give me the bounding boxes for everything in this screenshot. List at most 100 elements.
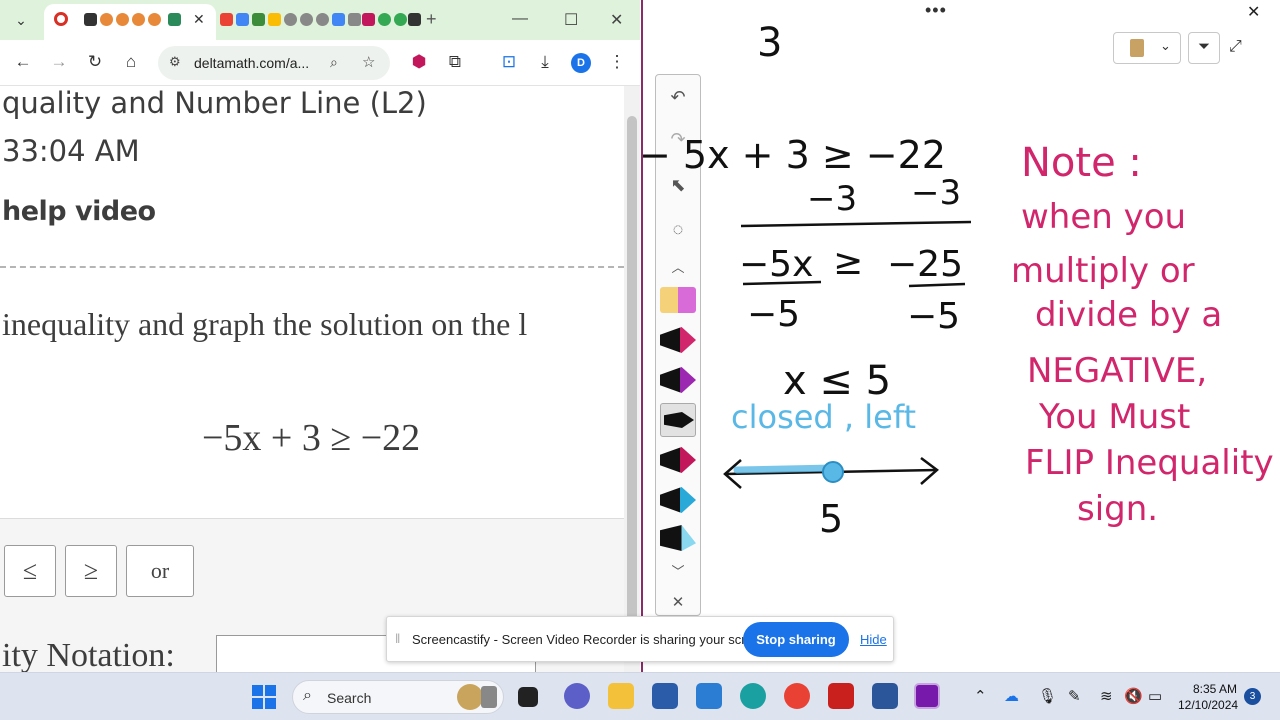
tab-favicon-d[interactable] bbox=[252, 13, 265, 26]
tab-favicon-m[interactable] bbox=[236, 13, 249, 26]
taskbar-search[interactable]: ⌕ Search bbox=[292, 680, 504, 714]
tab-search-button[interactable]: ⌄ bbox=[8, 7, 34, 33]
note-line-7: sign. bbox=[1077, 489, 1158, 529]
section-divider bbox=[0, 266, 624, 268]
zoom-icon[interactable]: ⌕ bbox=[330, 54, 338, 71]
menu-kebab-icon[interactable]: ⋮ bbox=[606, 52, 628, 72]
profile-avatar[interactable]: D bbox=[571, 53, 591, 73]
note-line-3: divide by a bbox=[1035, 295, 1222, 335]
tab-favicon-ring-1[interactable] bbox=[284, 13, 297, 26]
tab-favicon-q2[interactable] bbox=[408, 13, 421, 26]
tab-favicon-wheel-2[interactable] bbox=[116, 13, 129, 26]
sharing-message: Screencastify - Screen Video Recorder is… bbox=[412, 632, 771, 647]
problem-instruction: inequality and graph the solution on the… bbox=[2, 306, 528, 342]
solution-shading bbox=[733, 464, 837, 474]
search-label: Search bbox=[327, 690, 372, 706]
address-bar[interactable]: ⚙ deltamath.com/a... ⌕ ☆ bbox=[158, 46, 390, 80]
tab-favicon-arrow[interactable] bbox=[348, 13, 361, 26]
browser-window: ⌄ ✕ + — ☐ ✕ ← → ↻ ⌂ ⚙ deltamath.com/a...… bbox=[0, 0, 640, 672]
hide-link[interactable]: Hide bbox=[860, 632, 887, 647]
page-title: quality and Number Line (L2) bbox=[2, 86, 427, 120]
tab-favicon-c2[interactable] bbox=[394, 13, 407, 26]
notification-badge[interactable]: 3 bbox=[1244, 688, 1261, 705]
wifi-icon[interactable]: ≋ bbox=[1100, 687, 1113, 705]
drag-handle-icon[interactable]: ‖ bbox=[395, 631, 400, 646]
less-equal-button[interactable]: ≤ bbox=[4, 545, 56, 597]
forward-arrow-icon[interactable]: → bbox=[48, 52, 70, 72]
acrobat-icon[interactable] bbox=[828, 683, 854, 709]
onedrive-icon[interactable]: ☁ bbox=[1004, 687, 1019, 705]
problem-expression: −5x + 3 ≥ −22 bbox=[202, 417, 421, 459]
tray-chevron-up-icon[interactable]: ⌃ bbox=[974, 687, 987, 705]
settings-icon[interactable] bbox=[696, 683, 722, 709]
site-info-icon[interactable]: ⚙ bbox=[169, 54, 181, 70]
ink-step3-left: −5x bbox=[739, 244, 813, 285]
tab-favicon-wheel-3[interactable] bbox=[132, 13, 145, 26]
word-icon[interactable] bbox=[872, 683, 898, 709]
note-line-2: multiply or bbox=[1011, 251, 1195, 291]
ink-step2-right: −3 bbox=[911, 173, 961, 213]
bookmark-star-icon[interactable]: ☆ bbox=[362, 53, 375, 71]
url-text[interactable]: deltamath.com/a... bbox=[194, 55, 309, 71]
search-highlight-icon bbox=[457, 684, 483, 710]
notation-label: ity Notation: bbox=[2, 637, 175, 672]
cast-icon[interactable]: ⊡ bbox=[498, 52, 520, 72]
stop-sharing-button[interactable]: Stop sharing bbox=[743, 622, 849, 657]
whiteboard-window: ••• ✕ ⌄ ⏷ ⤢ ↶ ↷ ⬉ ◌ ︿ ﹀ ✕ 3 − 5x + 3 ≥ −… bbox=[641, 0, 1280, 672]
download-icon[interactable]: ⤓ bbox=[534, 52, 556, 72]
clock-date[interactable]: 12/10/2024 bbox=[1178, 698, 1238, 712]
tab-favicon-docs[interactable] bbox=[332, 13, 345, 26]
home-icon[interactable]: ⌂ bbox=[120, 52, 142, 72]
tab-favicon-ring-3[interactable] bbox=[316, 13, 329, 26]
help-video-link[interactable]: help video bbox=[2, 196, 156, 227]
close-tab-icon[interactable]: ✕ bbox=[193, 11, 205, 28]
tab-favicon-wheel-4[interactable] bbox=[148, 13, 161, 26]
tab-favicon-shield[interactable] bbox=[168, 13, 181, 26]
reload-icon[interactable]: ↻ bbox=[84, 52, 106, 72]
ink-closed-left: closed , left bbox=[731, 398, 916, 436]
store-icon[interactable] bbox=[652, 683, 678, 709]
volume-muted-icon[interactable]: 🔇 bbox=[1124, 687, 1143, 705]
windows-start-icon[interactable] bbox=[252, 685, 276, 709]
ink-step3-sym: ≥ bbox=[833, 242, 863, 283]
microphone-icon[interactable]: 🎙 bbox=[1038, 687, 1057, 705]
scroll-thumb[interactable] bbox=[627, 116, 637, 636]
extension-record-icon[interactable]: ⬢ bbox=[408, 52, 430, 72]
chrome-icon[interactable] bbox=[784, 683, 810, 709]
ink-den-right: −5 bbox=[907, 296, 960, 337]
close-window-icon[interactable]: ✕ bbox=[610, 10, 623, 30]
new-tab-icon[interactable]: + bbox=[426, 9, 437, 30]
ink-step3-right: −25 bbox=[887, 244, 963, 285]
tab-favicon-c1[interactable] bbox=[378, 13, 391, 26]
clock-time[interactable]: 8:35 AM bbox=[1193, 682, 1237, 696]
back-arrow-icon[interactable]: ← bbox=[12, 52, 34, 72]
page-scrollbar[interactable] bbox=[624, 86, 640, 672]
tab-favicon-wheel-1[interactable] bbox=[100, 13, 113, 26]
minimize-icon[interactable]: — bbox=[512, 10, 528, 28]
note-line-4: NEGATIVE, bbox=[1027, 351, 1207, 391]
ink-canvas: 3 − 5x + 3 ≥ −22 −3 −3 −5x ≥ −25 −5 −5 x… bbox=[643, 20, 1274, 541]
ink-top-number: 3 bbox=[757, 20, 782, 66]
tab-favicon-gmail[interactable] bbox=[220, 13, 233, 26]
battery-icon[interactable]: ▭ bbox=[1148, 687, 1162, 705]
note-line-1: when you bbox=[1021, 197, 1186, 237]
pen-icon[interactable]: ✎ bbox=[1068, 687, 1081, 705]
tab-favicon-ring-2[interactable] bbox=[300, 13, 313, 26]
tab-favicon-drive[interactable] bbox=[268, 13, 281, 26]
edge-icon[interactable] bbox=[740, 683, 766, 709]
ink-step1: − 5x + 3 ≥ −22 bbox=[643, 133, 946, 177]
onenote-icon[interactable] bbox=[914, 683, 940, 709]
teams-icon[interactable] bbox=[564, 683, 590, 709]
greater-equal-button[interactable]: ≥ bbox=[65, 545, 117, 597]
number-line-label: 5 bbox=[819, 497, 843, 541]
tab-favicon-nc[interactable] bbox=[362, 13, 375, 26]
tab-favicon-q[interactable] bbox=[84, 13, 97, 26]
note-line-5: You Must bbox=[1038, 397, 1190, 437]
task-view-icon[interactable] bbox=[518, 687, 538, 707]
maximize-icon[interactable]: ☐ bbox=[564, 10, 578, 30]
ink-step2-left: −3 bbox=[807, 179, 857, 219]
extensions-puzzle-icon[interactable]: ⧉ bbox=[444, 52, 466, 72]
active-tab[interactable] bbox=[44, 4, 216, 40]
or-button[interactable]: or bbox=[126, 545, 194, 597]
file-explorer-icon[interactable] bbox=[608, 683, 634, 709]
